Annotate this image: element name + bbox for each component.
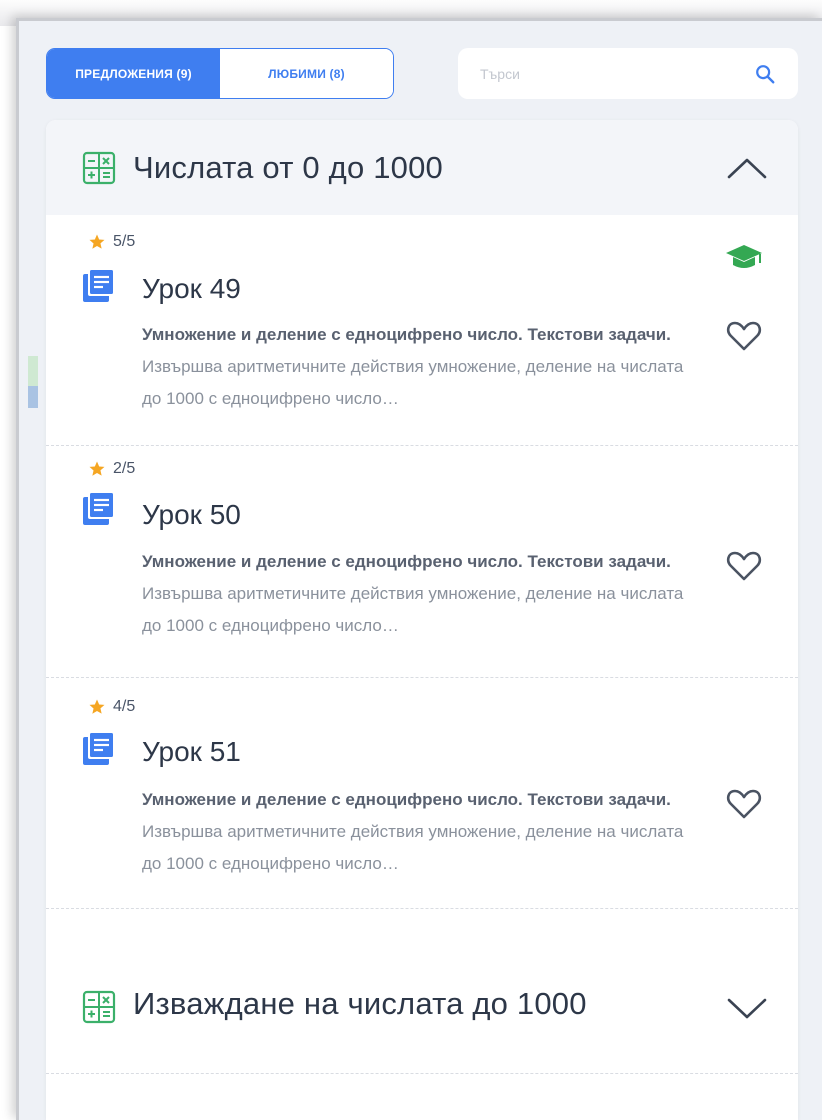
lesson-item-51[interactable]: 4/5 Урок 51 Умножение и деление с едноци… (46, 678, 798, 909)
lesson-description-text: Извършва аритметичните действия умножени… (142, 584, 684, 635)
search-box (458, 48, 798, 99)
star-icon (89, 234, 105, 249)
heart-icon[interactable] (726, 788, 762, 820)
section-title: Числата от 0 до 1000 (133, 149, 443, 185)
rating: 2/5 (88, 460, 135, 478)
background-strip (28, 356, 38, 408)
lesson-description-text: Извършва аритметичните действия умножени… (142, 357, 684, 408)
chevron-down-icon[interactable] (726, 996, 768, 1020)
document-icon (83, 268, 115, 302)
rating-value: 4/5 (113, 698, 136, 715)
lesson-title: Урок 51 (142, 736, 241, 767)
tab-switcher: ПРЕДЛОЖЕНИЯ (9) ЛЮБИМИ (8) (46, 48, 394, 99)
lesson-description: Умножение и деление с едноцифрено число.… (142, 319, 702, 415)
tab-favorites[interactable]: ЛЮБИМИ (8) (220, 49, 393, 98)
rating-value: 2/5 (113, 460, 136, 477)
lesson-title: Урок 49 (142, 273, 241, 304)
lesson-description-bold: Умножение и деление с едноцифрено число.… (142, 790, 671, 809)
tab-suggestions[interactable]: ПРЕДЛОЖЕНИЯ (9) (47, 49, 220, 98)
star-icon (89, 699, 105, 714)
heart-icon[interactable] (726, 550, 762, 582)
rating: 5/5 (88, 233, 135, 251)
search-input[interactable] (480, 65, 754, 82)
document-icon (83, 731, 115, 765)
calculator-icon (82, 151, 116, 185)
section-header-numbers[interactable]: Числата от 0 до 1000 (46, 120, 798, 215)
rating-value: 5/5 (113, 233, 136, 250)
lesson-description: Умножение и деление с едноцифрено число.… (142, 546, 702, 642)
lesson-title: Урок 50 (142, 499, 241, 530)
lesson-description: Умножение и деление с едноцифрено число.… (142, 784, 702, 880)
chevron-up-icon[interactable] (726, 156, 768, 180)
heart-icon[interactable] (726, 320, 762, 352)
lessons-card: Числата от 0 до 1000 5/5 Урок 49 Умножен… (46, 120, 798, 1120)
lesson-description-bold: Умножение и деление с едноцифрено число.… (142, 325, 671, 344)
rating: 4/5 (88, 698, 135, 716)
lesson-description-text: Извършва аритметичните действия умножени… (142, 822, 684, 873)
lesson-item-49[interactable]: 5/5 Урок 49 Умножение и деление с едноци… (46, 215, 798, 446)
graduation-cap-icon (726, 245, 762, 268)
lesson-item-50[interactable]: 2/5 Урок 50 Умножение и деление с едноци… (46, 447, 798, 678)
section-header-subtraction[interactable]: Изваждане на числата до 1000 (46, 940, 798, 1074)
star-icon (89, 461, 105, 476)
document-icon (83, 491, 115, 525)
search-icon[interactable] (754, 63, 776, 85)
section-title: Изваждане на числата до 1000 (133, 986, 587, 1021)
lesson-description-bold: Умножение и деление с едноцифрено число.… (142, 552, 671, 571)
calculator-icon (82, 990, 116, 1024)
